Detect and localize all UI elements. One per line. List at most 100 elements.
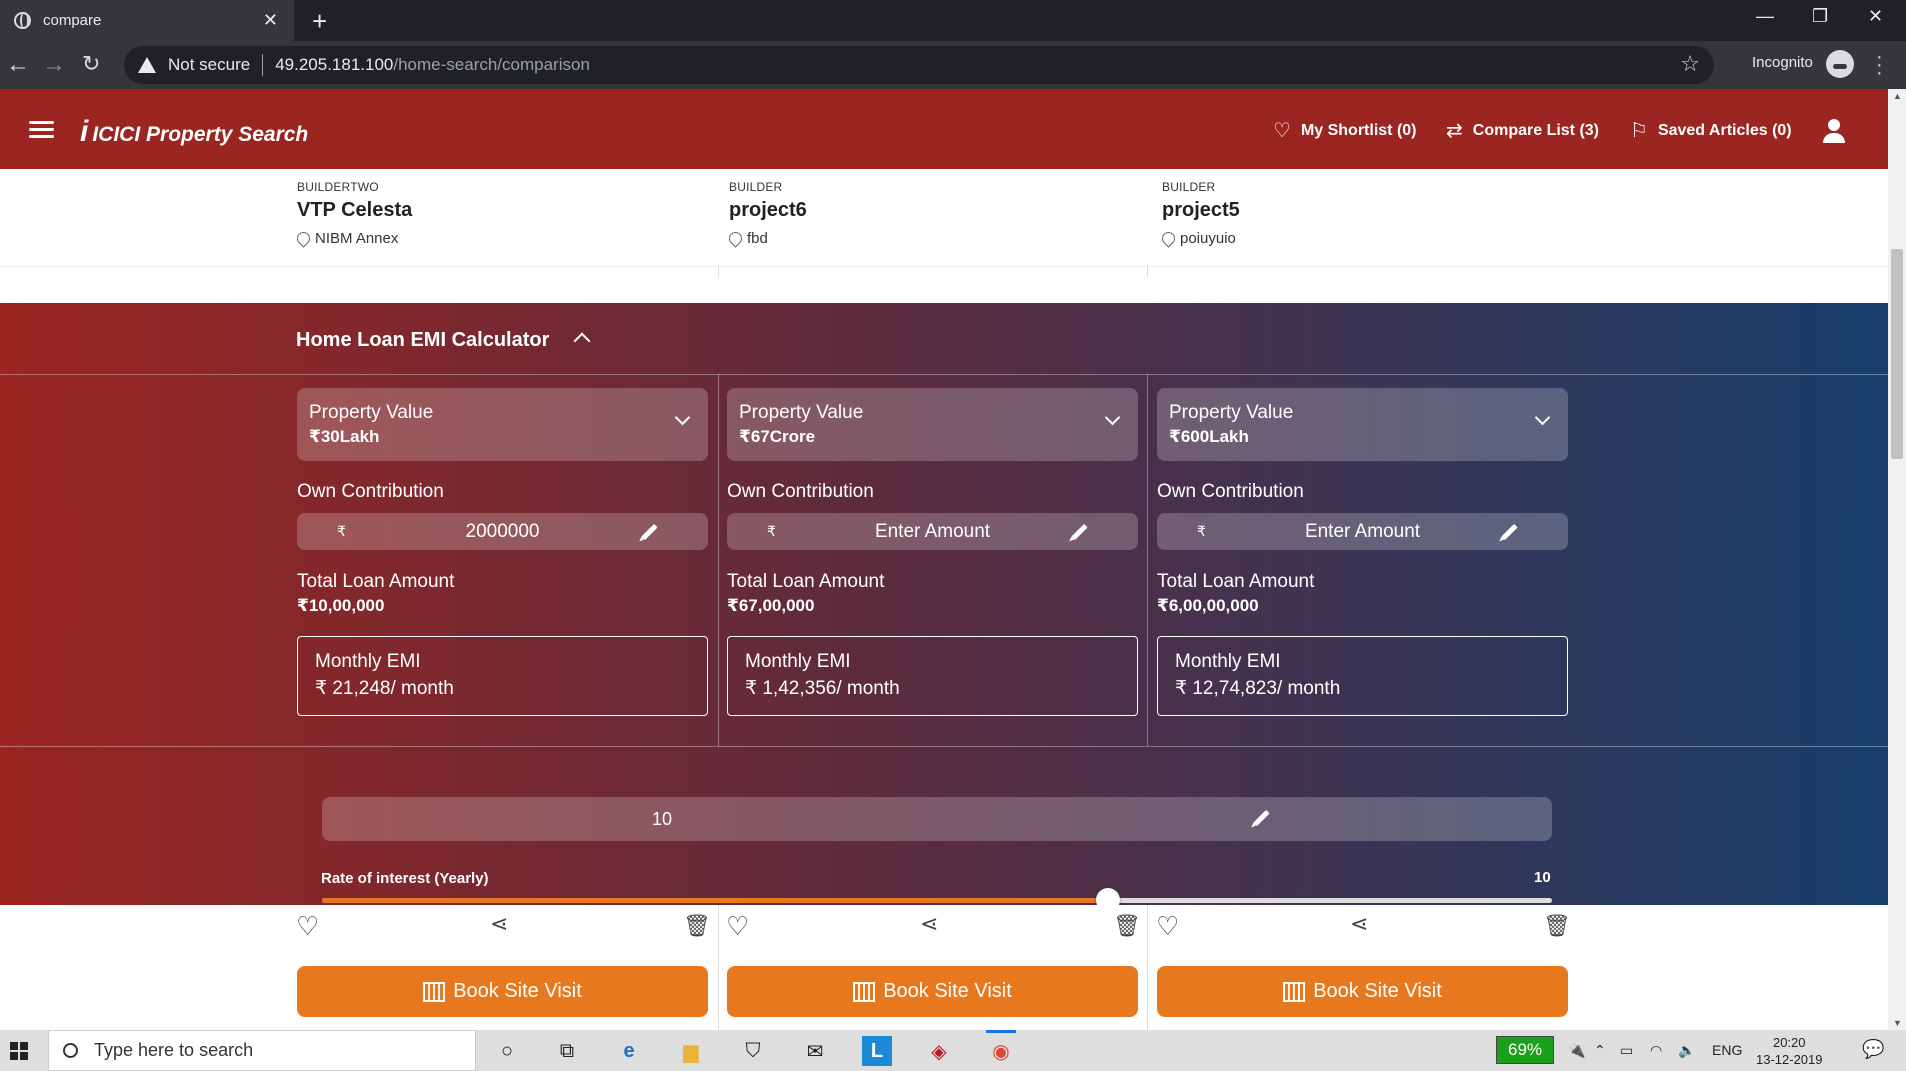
total-loan-value: ₹67,00,000 (727, 596, 815, 615)
store-icon[interactable]: ⛉ (738, 1036, 768, 1066)
browser-tab-strip: compare ✕ + — ❐ ✕ (0, 0, 1906, 41)
own-contribution-input[interactable]: ₹ 2000000 (297, 513, 708, 550)
location-pin-icon (726, 229, 745, 248)
back-arrow-icon[interactable]: ← (6, 51, 30, 79)
windows-start-icon[interactable] (10, 1042, 28, 1060)
scroll-down-icon[interactable]: ▼ (1893, 1018, 1902, 1028)
mcafee-icon[interactable]: ◈ (924, 1036, 954, 1066)
trash-icon[interactable]: 🗑 (1113, 913, 1141, 939)
compare-list-link[interactable]: ⇄ Compare List (3) (1446, 118, 1599, 143)
taskbar-search-box[interactable]: Type here to search (48, 1030, 476, 1071)
book-site-visit-button[interactable]: Book Site Visit (727, 966, 1138, 1017)
total-loan-value: ₹6,00,00,000 (1157, 596, 1259, 615)
builder-name: BUILDERTWO (297, 180, 379, 194)
mail-icon[interactable]: ✉ (800, 1036, 830, 1066)
logo-text: ICICI Property Search (92, 123, 309, 146)
trash-icon[interactable]: 🗑 (683, 913, 711, 939)
minimize-icon[interactable]: — (1756, 6, 1774, 27)
project-card-1: BUILDERTWO VTP Celesta NIBM Annex (294, 180, 412, 248)
lync-app-icon[interactable]: L (862, 1036, 892, 1066)
rupee-icon: ₹ (337, 523, 346, 539)
incognito-label[interactable]: Incognito (1752, 54, 1813, 71)
column-divider (1147, 265, 1148, 277)
url-bar[interactable]: Not secure 49.205.181.100 /home-search/c… (124, 46, 1714, 84)
rupee-icon: ₹ (767, 523, 776, 539)
trash-icon[interactable]: 🗑 (1543, 913, 1571, 939)
builder-name: BUILDER (1162, 180, 1216, 194)
monthly-emi-label: Monthly EMI (1175, 651, 1281, 672)
project-name[interactable]: project5 (1162, 199, 1240, 222)
project-name[interactable]: VTP Celesta (297, 199, 412, 222)
share-icon[interactable]: ⋖ (490, 911, 508, 937)
file-explorer-icon[interactable]: ▆ (676, 1036, 706, 1066)
taskbar-search-placeholder: Type here to search (94, 1040, 254, 1060)
page-scrollbar[interactable]: ▲ ▼ (1888, 89, 1906, 1030)
emi-calculator-title[interactable]: Home Loan EMI Calculator (296, 329, 549, 352)
project-action-bar: ♡ ⋖ 🗑 ♡ ⋖ 🗑 ♡ ⋖ 🗑 Book Site Visit Book S… (0, 905, 1888, 1030)
project-location: poiuyuio (1159, 229, 1240, 248)
interest-rate-slider[interactable] (322, 888, 1552, 912)
own-contribution-input[interactable]: ₹ Enter Amount (1157, 513, 1568, 550)
property-value: ₹30Lakh (309, 427, 380, 446)
builder-name: BUILDER (729, 180, 783, 194)
slider-fill (322, 898, 1108, 903)
battery-indicator[interactable]: 69% (1496, 1036, 1554, 1064)
monthly-emi-box: Monthly EMI ₹ 1,42,356/ month (727, 636, 1138, 716)
volume-icon[interactable]: 🔈 (1678, 1042, 1695, 1059)
own-contribution-input[interactable]: ₹ Enter Amount (727, 513, 1138, 550)
column-divider (718, 905, 719, 1030)
system-clock[interactable]: 20:20 13-12-2019 (1756, 1034, 1823, 1068)
shortlist-heart-icon[interactable]: ♡ (296, 911, 319, 942)
reload-icon[interactable]: ↻ (82, 51, 100, 77)
tray-chevron-icon[interactable]: ⌃ (1594, 1042, 1606, 1059)
shortlist-heart-icon[interactable]: ♡ (1156, 911, 1179, 942)
clock-time: 20:20 (1772, 1035, 1806, 1050)
window-close-icon[interactable]: ✕ (1868, 6, 1883, 27)
emi-calculator-section: Home Loan EMI Calculator Property Value … (0, 303, 1888, 912)
edit-pencil-icon[interactable] (1253, 809, 1270, 827)
chrome-icon[interactable]: ◉ (986, 1036, 1016, 1066)
hamburger-menu-icon[interactable] (29, 121, 54, 139)
security-label[interactable]: Not secure (168, 55, 250, 75)
browser-menu-icon[interactable]: · · · (1876, 47, 1883, 83)
wifi-icon[interactable]: ◠ (1650, 1042, 1662, 1059)
user-account-icon[interactable] (1822, 119, 1846, 143)
cortana-icon[interactable]: ○ (492, 1036, 522, 1066)
interest-rate-value: 10 (1534, 869, 1551, 886)
property-value-dropdown[interactable]: Property Value ₹67Crore (727, 388, 1138, 461)
tab-title: compare (43, 12, 102, 29)
my-shortlist-link[interactable]: ♡ My Shortlist (0) (1273, 118, 1417, 143)
url-host: 49.205.181.100 (275, 55, 394, 74)
scroll-up-icon[interactable]: ▲ (1893, 91, 1902, 101)
tab-close-icon[interactable]: ✕ (263, 10, 278, 31)
incognito-icon[interactable] (1826, 50, 1854, 78)
notification-icon[interactable]: 💬 (1862, 1039, 1884, 1060)
project-name[interactable]: project6 (729, 199, 807, 222)
forward-arrow-icon[interactable]: → (42, 51, 66, 79)
power-icon[interactable]: 🔌 (1568, 1042, 1585, 1059)
edge-browser-icon[interactable]: e (614, 1036, 644, 1066)
book-site-visit-button[interactable]: Book Site Visit (297, 966, 708, 1017)
saved-articles-link[interactable]: ⚐ Saved Articles (0) (1630, 118, 1792, 143)
restore-icon[interactable]: ❐ (1812, 6, 1828, 27)
heart-icon: ♡ (1273, 120, 1291, 142)
share-icon[interactable]: ⋖ (1350, 911, 1368, 937)
interest-rate-input[interactable]: 10 (322, 797, 1552, 841)
collapse-chevron-icon[interactable] (573, 332, 591, 350)
new-tab-button[interactable]: + (312, 6, 327, 37)
browser-tab[interactable]: compare ✕ (0, 0, 294, 41)
book-site-visit-button[interactable]: Book Site Visit (1157, 966, 1568, 1017)
share-icon[interactable]: ⋖ (920, 911, 938, 937)
task-view-icon[interactable]: ⧉ (552, 1036, 582, 1066)
property-value-dropdown[interactable]: Property Value ₹600Lakh (1157, 388, 1568, 461)
battery-tray-icon[interactable]: ▭ (1620, 1042, 1633, 1059)
bookmark-star-icon[interactable]: ☆ (1680, 51, 1700, 77)
scrollbar-thumb[interactable] (1891, 249, 1903, 459)
windows-taskbar: Type here to search ○ ⧉ e ▆ ⛉ ✉ L ◈ ◉ 69… (0, 1030, 1906, 1071)
building-icon (1283, 981, 1306, 1002)
book-site-visit-label: Book Site Visit (883, 980, 1012, 1002)
language-indicator[interactable]: ENG (1712, 1042, 1742, 1058)
site-logo[interactable]: i ICICI Property Search (80, 115, 308, 149)
shortlist-heart-icon[interactable]: ♡ (726, 911, 749, 942)
property-value-dropdown[interactable]: Property Value ₹30Lakh (297, 388, 708, 461)
